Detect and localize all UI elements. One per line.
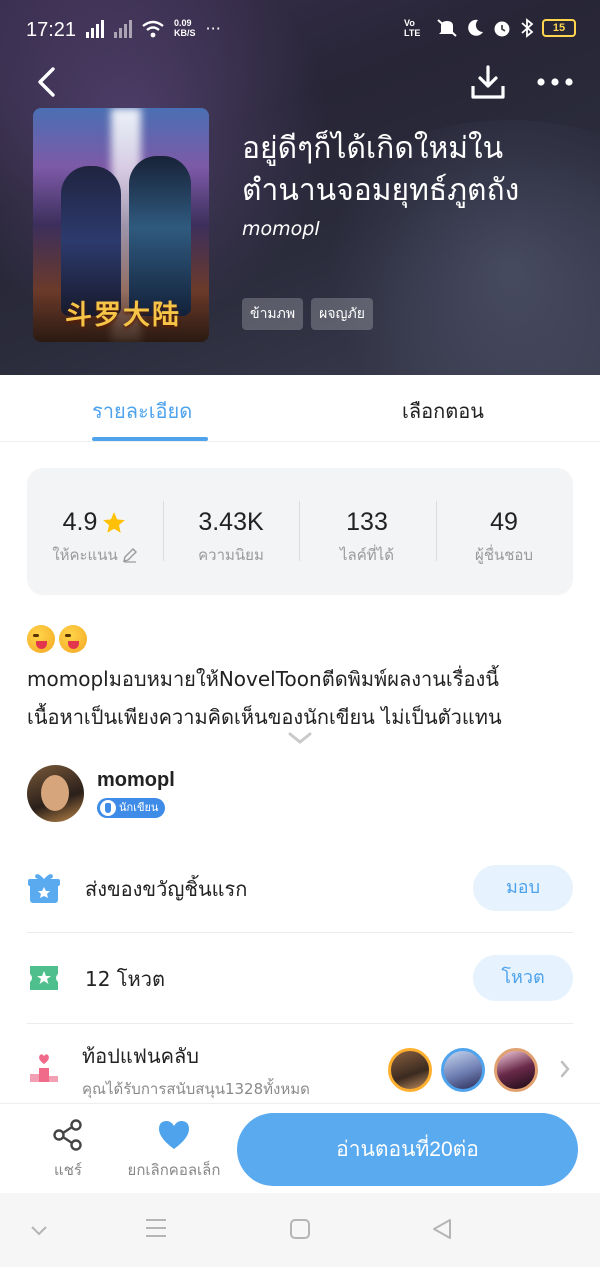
status-bar: 17:21 0.09 KB/S ··· Vo LTE 15 [0,0,600,60]
bluetooth-icon [521,18,534,38]
tongue-emoji-icon [27,625,55,653]
fanclub-title: ท้อปแฟนคลับ [82,1044,199,1068]
status-left-icons: 0.09 KB/S ··· [86,18,221,38]
back-button[interactable] [34,66,60,98]
chevron-right-icon [560,1060,570,1078]
fan-avatar [388,1048,432,1092]
vote-row: 12 โหวต โหวต [27,933,573,1023]
stat-label: ความนิยม [198,546,264,564]
active-tab-indicator [92,437,208,441]
uncollect-label: ยกเลิกคอลเล็ก [127,1161,221,1179]
pencil-icon [122,548,137,563]
stat-value: 4.9 [62,508,98,536]
bottom-action-bar: แชร์ ยกเลิกคอลเล็ก อ่านตอนที่20ต่อ [0,1103,600,1193]
more-options-button[interactable] [536,76,574,88]
mute-icon [437,19,457,37]
tab-episodes[interactable]: เลือกตอน [402,395,484,427]
genre-tag[interactable]: ผจญภัย [311,298,373,330]
gift-icon [28,874,60,903]
fanclub-subtitle: คุณได้รับการสนับสนุน1328ทั้งหมด [82,1080,310,1098]
share-button[interactable]: แชร์ [48,1118,88,1182]
share-label: แชร์ [54,1161,82,1179]
stat-value: 3.43K [198,508,264,536]
author-name: momopl [97,769,175,791]
book-author[interactable]: momopl [242,218,320,240]
book-title: อยู่ดีๆก็ได้เกิดใหม่ในตำนานจอมยุทธ์ภูตถั… [242,132,520,207]
battery-icon: 15 [542,19,576,37]
writer-badge-icon [100,800,116,816]
status-right-icons: Vo LTE 15 [404,18,576,38]
genre-tags: ข้ามภพ ผจญภัย [242,298,373,330]
description-emojis [27,625,87,653]
nav-back-icon[interactable] [430,1217,454,1241]
nav-home-icon[interactable] [288,1217,312,1241]
writer-badge: นักเขียน [97,798,166,818]
fan-avatar [494,1048,538,1092]
description-line: momoplมอบหมายให้NovelToonตีดพิมพ์ผลงานเร… [27,667,499,691]
gift-label: ส่งของขวัญชิ้นแรก [85,877,248,901]
volte-icon: Vo LTE [404,18,421,38]
nav-menu-icon[interactable] [144,1217,168,1239]
network-speed: 0.09 KB/S [174,18,196,38]
vote-ticket-icon [30,966,58,990]
fanclub-row[interactable]: ท้อปแฟนคลับ คุณได้รับการสนับสนุน1328ทั้ง… [27,1024,573,1104]
cover-figure-right [129,156,191,316]
stat-label: ไลค์ที่ได้ [340,546,394,564]
stat-favorites: 49 ผู้ชื่นชอบ [436,508,572,567]
signal-2-icon [114,20,132,38]
alarm-icon [494,21,510,37]
uncollect-button[interactable]: ยกเลิกคอลเล็ก [118,1118,230,1182]
book-header: 17:21 0.09 KB/S ··· Vo LTE 15 斗罗大陆 อยู่ดี… [0,0,600,375]
download-button[interactable] [470,64,506,100]
vote-count: 12 โหวต [85,967,165,991]
book-description: momoplมอบหมายให้NovelToonตีดพิมพ์ผลงานเร… [27,660,577,736]
fan-avatar [441,1048,485,1092]
status-more-icon: ··· [205,19,221,38]
stat-likes: 133 ไลค์ที่ได้ [299,508,435,567]
give-gift-button[interactable]: มอบ [473,865,573,911]
gift-row: ส่งของขวัญชิ้นแรก มอบ [27,843,573,933]
share-icon [53,1119,82,1151]
vote-button[interactable]: โหวต [473,955,573,1001]
author-avatar[interactable] [27,765,84,822]
genre-tag[interactable]: ข้ามภพ [242,298,304,330]
stats-card: 4.9 ให้คะแนน 3.43K ความนิยม 133 ไลค์ที่ไ… [27,468,573,595]
tab-details[interactable]: รายละเอียด [92,395,192,427]
tab-bar: รายละเอียด เลือกตอน [0,375,600,442]
tongue-emoji-icon [59,625,87,653]
status-time: 17:21 [26,19,77,41]
cover-title: 斗罗大陆 [65,300,181,331]
book-cover: 斗罗大陆 [33,108,209,342]
star-icon [103,511,126,533]
stat-label: ให้คะแนน [52,546,118,564]
expand-chevron-icon[interactable] [287,730,313,746]
podium-icon [30,1054,58,1082]
stat-rating[interactable]: 4.9 ให้คะแนน [27,508,163,567]
heart-icon [159,1121,189,1149]
stat-popularity: 3.43K ความนิยม [163,508,299,567]
stat-value: 133 [346,508,388,536]
continue-reading-button[interactable]: อ่านตอนที่20ต่อ [237,1113,578,1186]
system-navigation-bar [0,1193,600,1267]
stat-label: ผู้ชื่นชอบ [475,546,533,564]
signal-icon [86,20,104,38]
moon-icon [468,19,483,36]
nav-collapse-icon[interactable] [30,1225,48,1237]
stat-value: 49 [490,508,518,536]
wifi-icon [142,20,164,38]
author-card[interactable]: momopl นักเขียน [27,765,573,823]
